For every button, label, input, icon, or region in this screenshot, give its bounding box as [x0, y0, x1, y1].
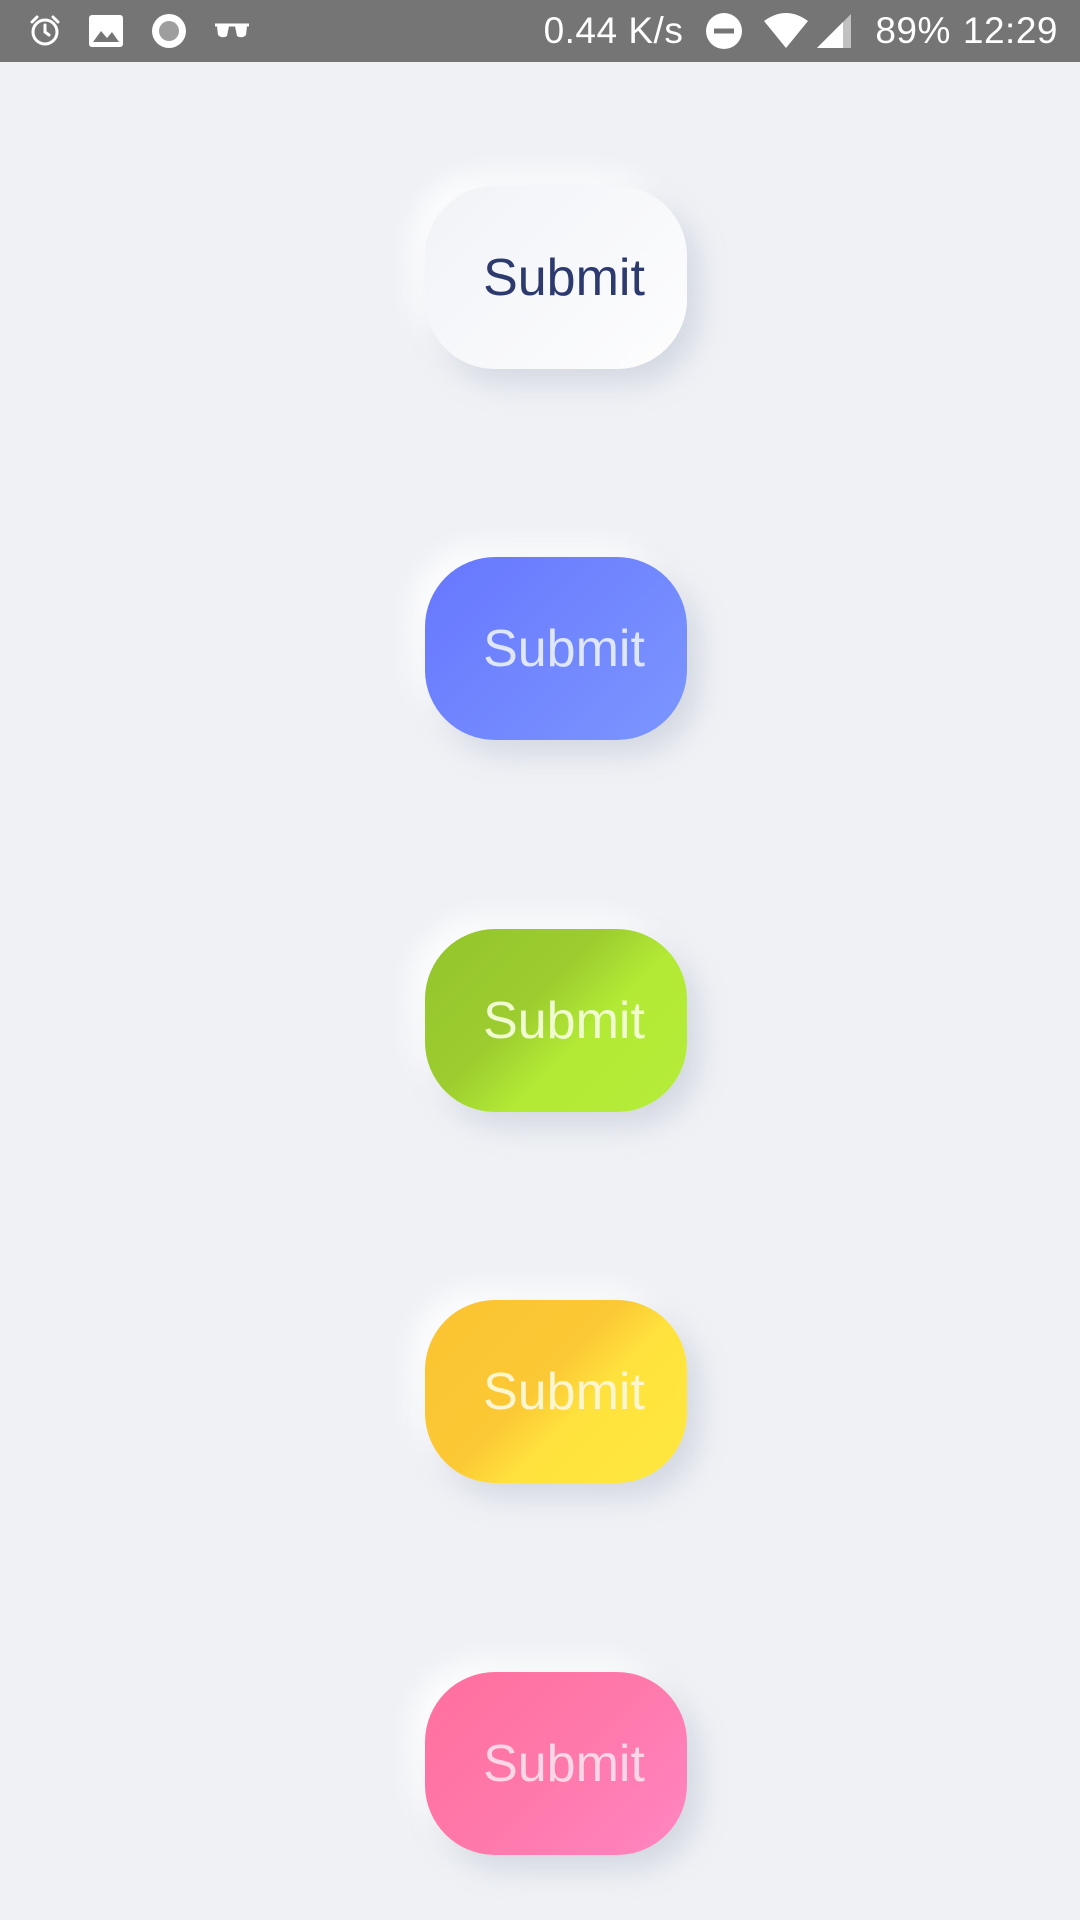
cellular-signal-icon [815, 12, 853, 50]
do-not-disturb-icon [705, 12, 743, 50]
submit-button-green[interactable]: Submit [425, 929, 687, 1112]
status-bar-notification-icons [28, 0, 276, 62]
submit-button-yellow[interactable]: Submit [425, 1300, 687, 1483]
network-speed: 0.44 K/s [543, 10, 684, 51]
status-bar: 0.44 K/s 89% 12:29 [0, 0, 1080, 62]
wifi-icon [763, 13, 809, 49]
status-bar-system-icons: 0.44 K/s 89% 12:29 [544, 0, 1058, 62]
glasses-icon [214, 21, 250, 41]
submit-button-white[interactable]: Submit [425, 186, 687, 369]
alarm-icon [28, 14, 62, 48]
image-icon [88, 13, 124, 49]
battery-level: 89% [875, 10, 951, 51]
record-icon [150, 12, 188, 50]
button-showcase: Submit Submit Submit Submit Submit [0, 62, 1080, 1920]
submit-button-blue[interactable]: Submit [425, 557, 687, 740]
submit-button-pink[interactable]: Submit [425, 1672, 687, 1855]
clock: 12:29 [962, 10, 1058, 51]
